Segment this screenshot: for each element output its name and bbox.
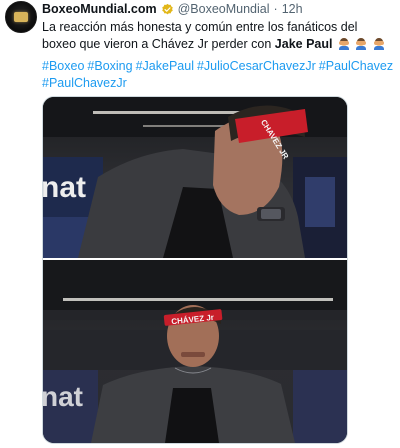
media-frame-bottom[interactable]: nat CHÁVEZ Jr <box>43 260 347 443</box>
verified-badge-icon <box>161 3 173 14</box>
tweet-text-bold: Jake Paul <box>274 36 333 51</box>
hashtag-link[interactable]: #JulioCesarChavezJr <box>197 59 316 73</box>
man-facepalming-emoji-icon <box>355 37 367 50</box>
tweet-card[interactable]: BoxeoMundial.com @BoxeoMundial · 12h La … <box>0 0 400 448</box>
hashtag-link[interactable]: #PaulChavez <box>319 59 393 73</box>
man-facepalming-emoji-icon <box>338 37 350 50</box>
hashtag-link[interactable]: #Boxeo <box>42 59 84 73</box>
avatar[interactable] <box>5 1 37 33</box>
tweet-header: BoxeoMundial.com @BoxeoMundial · 12h <box>42 1 303 17</box>
hashtag-list: #Boxeo #Boxing #JakePaul #JulioCesarChavezJ… <box>42 58 393 91</box>
separator-dot: · <box>273 2 278 16</box>
media-frame-top[interactable]: nat CHAVEZ JR <box>43 97 347 258</box>
man-facepalming-emoji-icon <box>373 37 385 50</box>
boxeomundial-logo-icon <box>14 12 28 22</box>
hashtag-link[interactable]: #JakePaul <box>136 59 194 73</box>
display-name[interactable]: BoxeoMundial.com <box>42 2 157 16</box>
tweet-text: La reacción más honesta y común entre lo… <box>42 19 392 52</box>
arena-text-bottom: nat <box>43 381 83 412</box>
hashtag-link[interactable]: #PaulChavezJr <box>42 76 127 90</box>
tweet-media[interactable]: nat CHAVEZ JR nat CHÁVEZ Jr <box>42 96 348 444</box>
account-handle[interactable]: @BoxeoMundial <box>178 2 270 16</box>
hashtag-link[interactable]: #Boxing <box>87 59 132 73</box>
arena-text: nat <box>43 171 86 204</box>
tweet-timestamp[interactable]: 12h <box>282 2 303 16</box>
facepalm-scene-image: nat CHAVEZ JR <box>43 97 347 258</box>
headband-scene-image: nat CHÁVEZ Jr <box>43 260 347 443</box>
